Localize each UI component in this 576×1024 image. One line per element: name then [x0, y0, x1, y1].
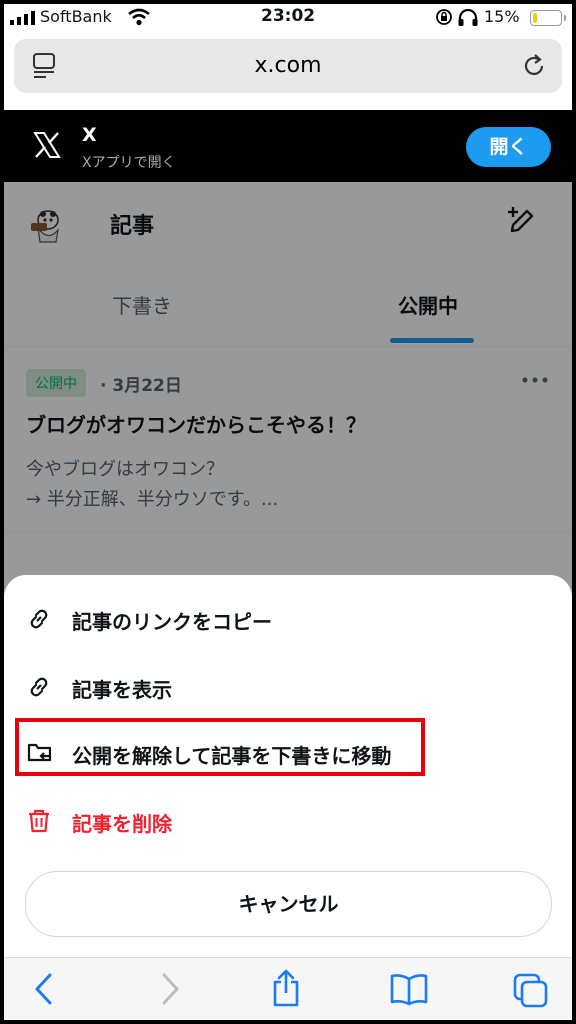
browser-toolbar	[4, 957, 572, 1020]
bookmarks-icon[interactable]	[389, 972, 429, 1006]
headphones-icon	[458, 9, 478, 26]
reload-icon[interactable]	[522, 52, 548, 80]
screen: SoftBank 23:02 15% x.com X Xアプリで開く 開く 記事…	[4, 4, 572, 1020]
share-icon[interactable]	[270, 968, 302, 1008]
link-icon	[30, 677, 48, 697]
browser-header: x.com	[4, 32, 572, 110]
copy-link-item[interactable]: 記事のリンクをコピー	[4, 589, 572, 649]
delete-article-item[interactable]: 記事を削除	[4, 791, 572, 851]
link-icon	[30, 609, 48, 629]
signal-icon	[10, 11, 35, 25]
tabs-overview-icon[interactable]	[512, 972, 550, 1008]
url-text[interactable]: x.com	[14, 53, 562, 78]
clock: 23:02	[261, 6, 316, 26]
forward-icon[interactable]	[158, 972, 182, 1006]
battery-level	[533, 13, 537, 23]
back-icon[interactable]	[32, 972, 56, 1006]
action-sheet: 記事のリンクをコピー 記事を表示 公開を解除して記事を下書きに移動 記事を削除 …	[4, 575, 572, 957]
app-name: X	[82, 124, 97, 146]
cancel-button[interactable]: キャンセル	[25, 871, 552, 937]
app-banner: X Xアプリで開く 開く	[4, 110, 572, 182]
item-label: 記事のリンクをコピー	[72, 610, 272, 634]
x-logo-icon	[33, 132, 61, 158]
rotation-lock-icon	[436, 9, 452, 25]
battery-percent: 15%	[484, 7, 520, 26]
trash-icon	[29, 809, 49, 833]
app-subtitle: Xアプリで開く	[82, 155, 176, 171]
item-label: 記事を削除	[72, 812, 172, 836]
view-article-item[interactable]: 記事を表示	[4, 657, 572, 717]
status-bar: SoftBank 23:02 15%	[4, 4, 572, 32]
highlight-box	[15, 718, 425, 776]
battery-icon	[530, 10, 566, 26]
item-label: 記事を表示	[72, 678, 172, 702]
address-bar[interactable]: x.com	[14, 39, 562, 93]
wifi-icon	[128, 8, 150, 26]
carrier-name: SoftBank	[40, 7, 112, 26]
open-app-button[interactable]: 開く	[466, 127, 551, 167]
